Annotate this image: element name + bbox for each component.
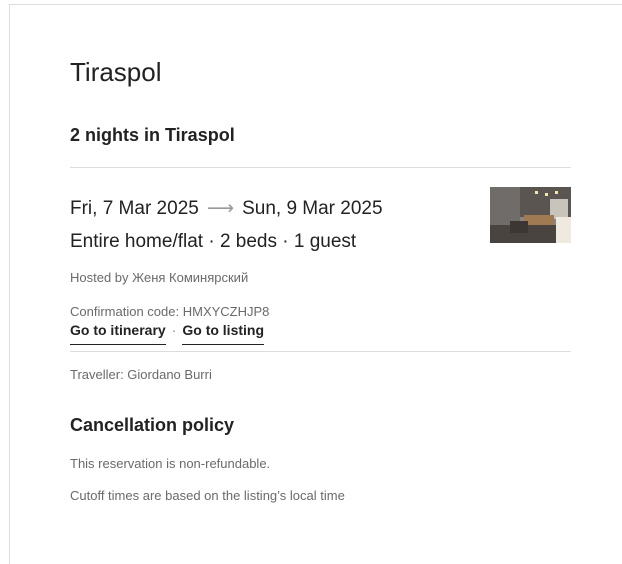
confirmation-code: Confirmation code: HMXYCZHJP8 <box>70 304 270 319</box>
listing-summary: Entire home/flat · 2 beds · 1 guest <box>70 231 357 252</box>
divider <box>70 167 571 168</box>
stay-dates: Fri, 7 Mar 2025 ⟶ Sun, 9 Mar 2025 <box>70 197 383 220</box>
page-title: Tiraspol <box>70 57 162 87</box>
divider <box>70 351 571 352</box>
check-in-date: Fri, 7 Mar 2025 <box>70 198 199 219</box>
host-info: Hosted by Женя Коминярский <box>70 270 249 285</box>
cancellation-text: This reservation is non-refundable. <box>70 456 271 471</box>
reservation-links: Go to itinerary · Go to listing <box>70 322 265 345</box>
go-to-listing-link[interactable]: Go to listing <box>182 322 265 345</box>
go-to-itinerary-link[interactable]: Go to itinerary <box>70 322 166 345</box>
link-separator: · <box>171 322 177 338</box>
listing-thumbnail[interactable] <box>490 187 571 243</box>
nights-heading: 2 nights in Tiraspol <box>70 125 235 145</box>
cancellation-heading: Cancellation policy <box>70 415 235 435</box>
traveller-info: Traveller: Giordano Burri <box>70 367 212 382</box>
reservation-card: Tiraspol 2 nights in Tiraspol Fri, 7 Mar… <box>9 4 622 564</box>
listing-photo-icon <box>490 187 571 243</box>
cutoff-text: Cutoff times are based on the listing’s … <box>70 488 345 503</box>
arrow-right-icon: ⟶ <box>206 198 235 219</box>
check-out-date: Sun, 9 Mar 2025 <box>242 198 383 219</box>
